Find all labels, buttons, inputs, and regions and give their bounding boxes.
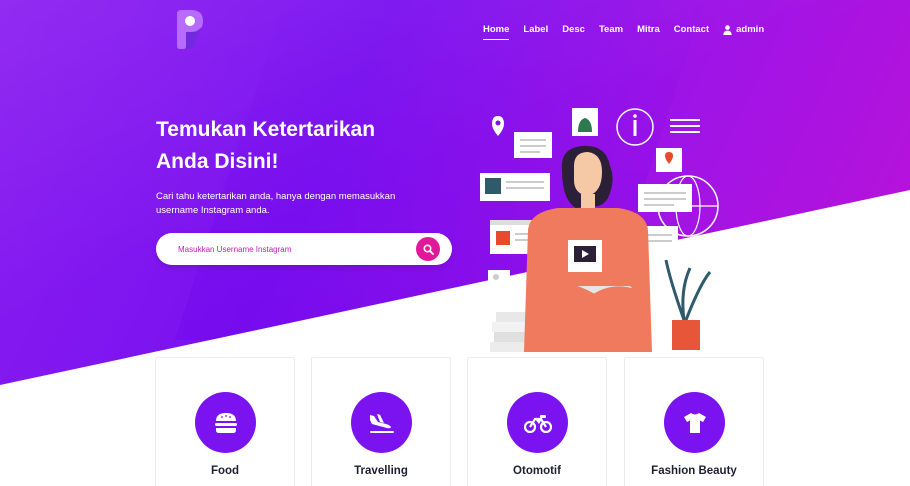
user-name: admin xyxy=(736,24,765,35)
location-pin-icon xyxy=(492,116,504,136)
tshirt-icon xyxy=(683,412,706,433)
category-label: Fashion Beauty xyxy=(651,465,737,477)
chat-card-right-icon xyxy=(638,184,692,212)
nav-team[interactable]: Team xyxy=(599,24,623,35)
search-bar xyxy=(156,233,452,265)
plant-icon xyxy=(664,259,712,350)
profile-frame-icon xyxy=(572,108,598,136)
search-icon xyxy=(422,243,434,255)
category-card-fashion-beauty[interactable]: Fashion Beauty xyxy=(624,357,764,486)
chat-bubble-icon xyxy=(514,132,552,158)
category-card-travelling[interactable]: Travelling xyxy=(311,357,451,486)
category-label: Travelling xyxy=(354,465,408,477)
hero-subtitle-line1: Cari tahu ketertarikan anda, hanya denga… xyxy=(156,191,396,202)
category-icon-circle xyxy=(351,392,412,453)
nav-home[interactable]: Home xyxy=(483,24,510,40)
burger-icon xyxy=(214,412,237,433)
category-label: Food xyxy=(210,465,240,477)
info-icon xyxy=(616,108,654,146)
image-card-icon xyxy=(480,173,550,201)
nav-label[interactable]: Label xyxy=(523,24,548,35)
search-input[interactable] xyxy=(178,244,416,254)
map-pin-card-icon xyxy=(656,148,682,172)
small-image-icon xyxy=(488,270,510,290)
category-label: Otomotif xyxy=(513,465,561,477)
category-cards: Food Travelling Otomotif Fashion Beauty xyxy=(155,357,765,486)
nav-contact[interactable]: Contact xyxy=(674,24,709,35)
category-card-otomotif[interactable]: Otomotif xyxy=(467,357,607,486)
video-card-icon xyxy=(568,240,602,272)
search-button[interactable] xyxy=(416,237,440,261)
user-icon xyxy=(723,24,732,35)
hero-subtitle: Cari tahu ketertarikan anda, hanya denga… xyxy=(156,190,436,218)
motorcycle-icon xyxy=(523,414,552,433)
hero-title-line2: Anda Disini! xyxy=(156,150,279,173)
hero-title: Temukan Ketertarikan Anda Disini! xyxy=(156,114,456,178)
plane-landing-icon xyxy=(369,413,394,433)
category-icon-circle xyxy=(507,392,568,453)
nav-user-menu[interactable]: admin xyxy=(723,24,764,35)
hero-illustration xyxy=(480,108,719,352)
nav-mitra[interactable]: Mitra xyxy=(637,24,660,35)
nav-desc[interactable]: Desc xyxy=(562,24,585,35)
hero-title-line1: Temukan Ketertarikan xyxy=(156,118,376,141)
logo[interactable] xyxy=(174,8,206,50)
category-icon-circle xyxy=(195,392,256,453)
menu-lines-icon xyxy=(670,119,700,133)
hero-subtitle-line2: username Instagram anda. xyxy=(156,205,270,216)
top-nav: Home Label Desc Team Mitra Contact admin xyxy=(483,24,764,40)
category-icon-circle xyxy=(664,392,725,453)
category-card-food[interactable]: Food xyxy=(155,357,295,486)
